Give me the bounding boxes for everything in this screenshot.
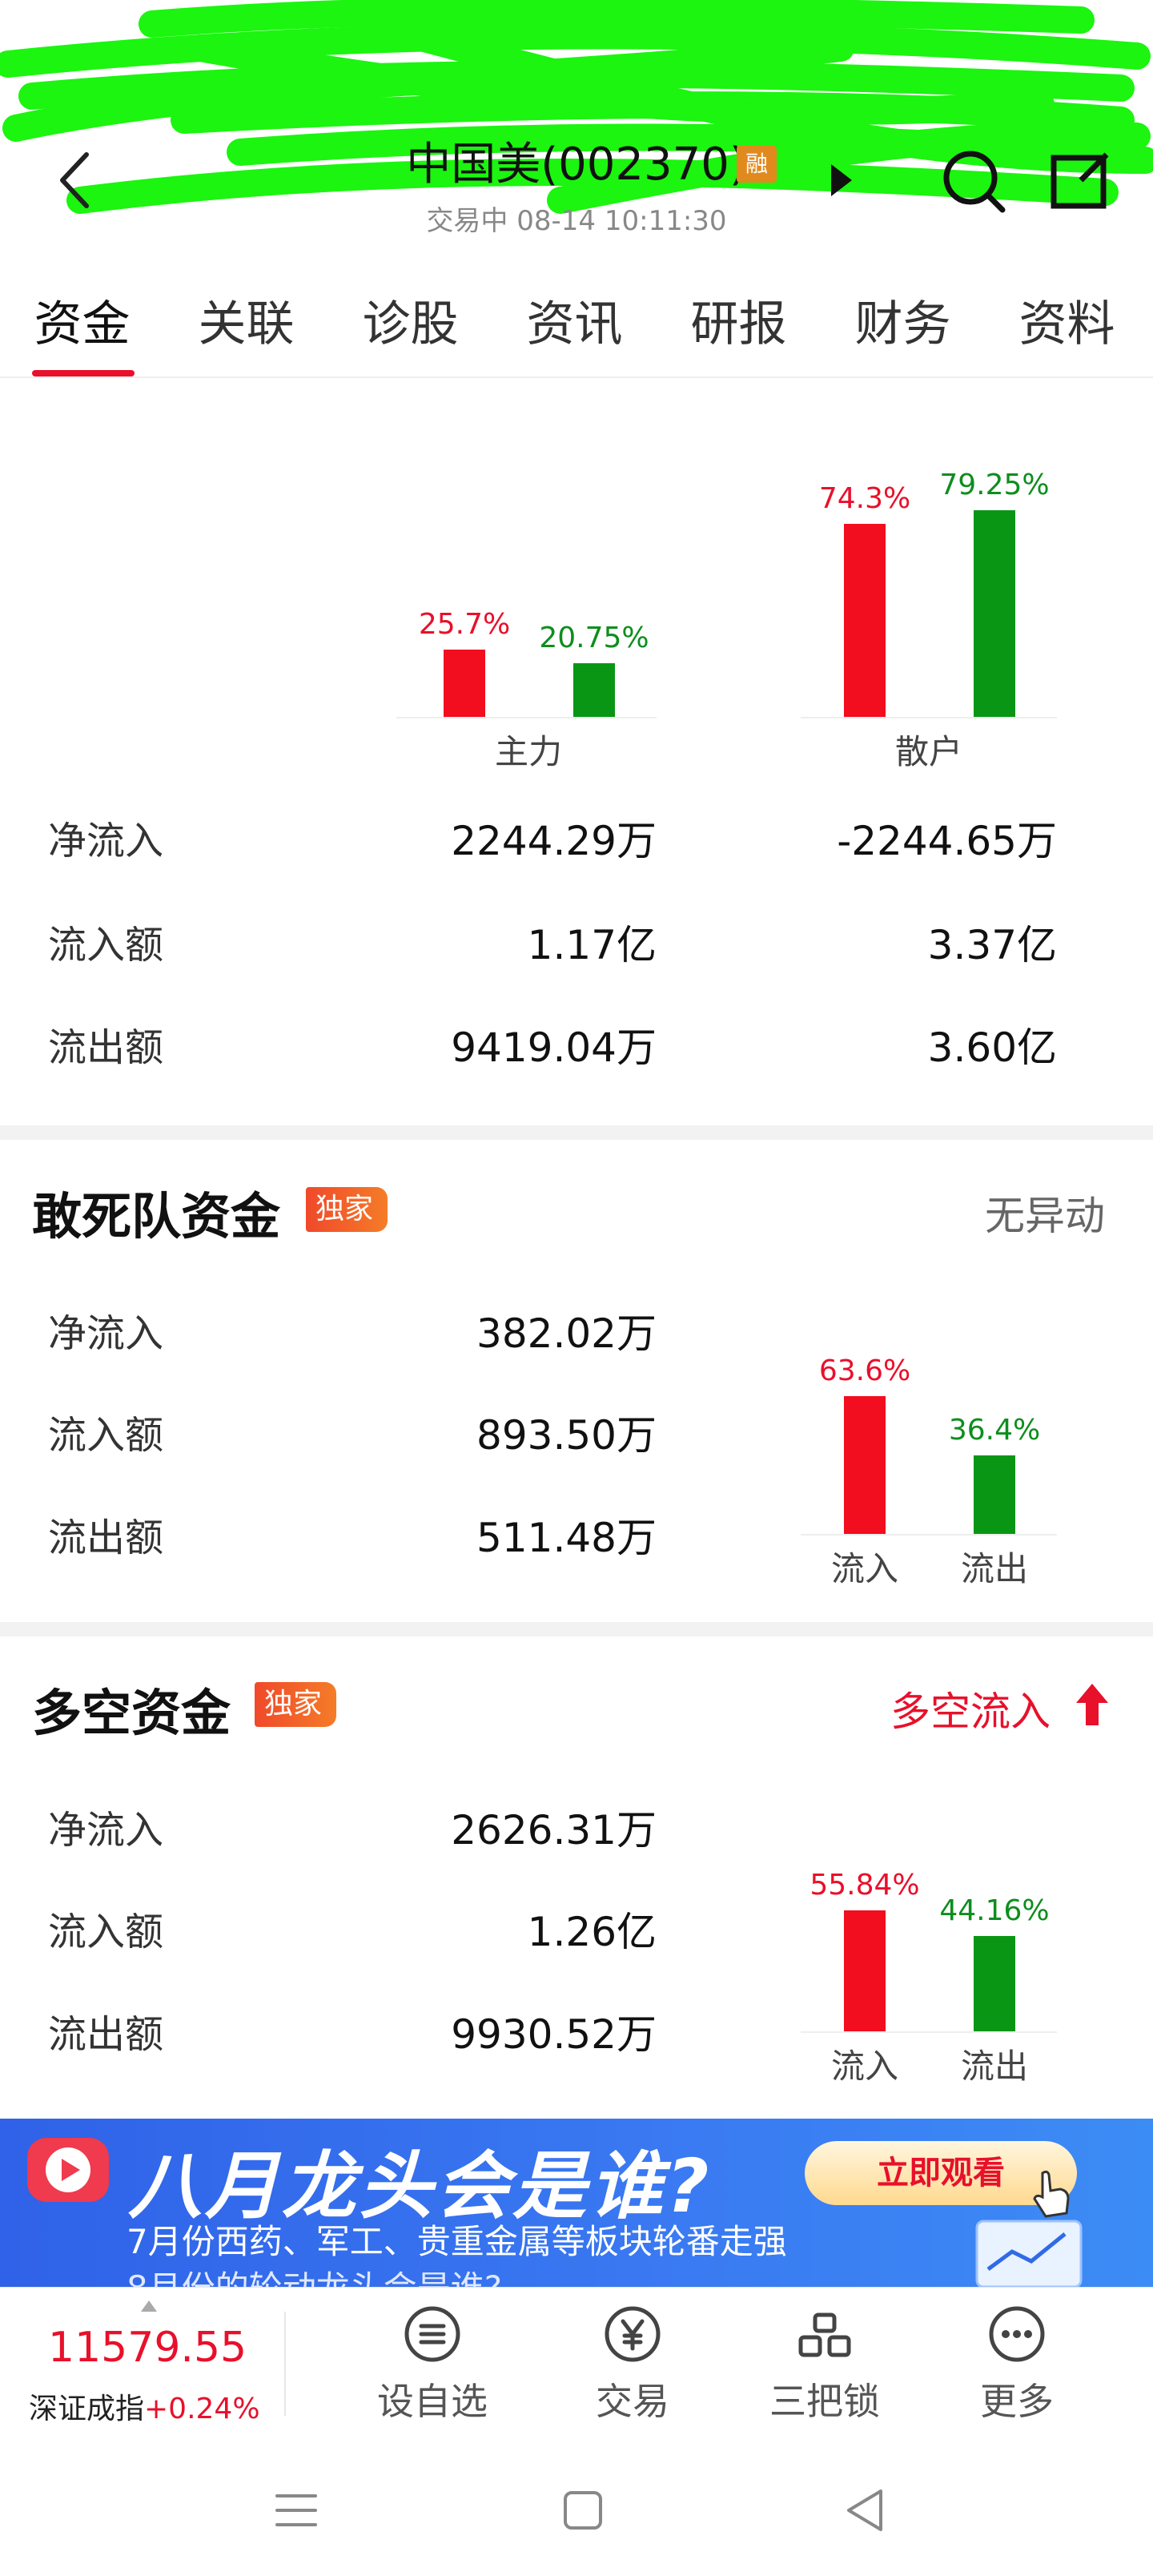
category-main: 主力 — [494, 732, 562, 771]
home-icon[interactable] — [560, 2486, 605, 2534]
system-nav-bar — [0, 2440, 1153, 2576]
tab-bar: 资金 关联 诊股 资讯 研报 财务 资料 — [0, 280, 1153, 378]
bar-main-outflow — [573, 663, 615, 717]
ls-inflow: 1.26亿 — [527, 1909, 657, 1955]
more-button[interactable]: 更多 — [937, 2304, 1097, 2425]
banner-subtitle: 7月份西药、军工、贵重金属等板块轮番走强 — [127, 2222, 787, 2261]
list-circle-icon — [404, 2306, 460, 2362]
stock-title: 中国美(002370) — [406, 139, 747, 191]
category-outflow: 流出 — [960, 2047, 1028, 2086]
section-title-dare-to-die: 敢死队资金 — [32, 1187, 281, 1246]
bar-dare-outflow — [974, 1455, 1015, 1534]
tab-active-indicator — [32, 370, 135, 376]
tab-finance[interactable]: 财务 — [837, 280, 969, 376]
tab-news[interactable]: 资讯 — [508, 280, 641, 376]
tab-diagnosis[interactable]: 诊股 — [344, 280, 476, 376]
locks-icon — [798, 2312, 851, 2357]
bottom-toolbar: 11579.55 深证成指+0.24% 设自选 交易 三把锁 更多 — [0, 2287, 1153, 2440]
more-dots-icon — [989, 2306, 1045, 2362]
banner-subtitle-2: 8月份的轮动龙头会是谁? — [127, 2261, 502, 2287]
three-locks-button[interactable]: 三把锁 — [745, 2304, 905, 2425]
chart-baseline — [801, 2031, 1057, 2033]
row-label-net-inflow: 净流入 — [48, 1311, 164, 1356]
category-outflow: 流出 — [960, 1549, 1028, 1588]
share-icon[interactable] — [1049, 148, 1113, 212]
next-stock-icon[interactable] — [825, 160, 857, 200]
promo-banner[interactable]: 八月龙头会是谁? 7月份西药、军工、贵重金属等板块轮番走强 8月份的轮动龙头会是… — [0, 2119, 1153, 2287]
section-divider — [0, 1622, 1153, 1636]
bar-label-dare-out: 36.4% — [948, 1414, 1041, 1447]
dare-to-die-status: 无异动 — [985, 1193, 1105, 1239]
chart-baseline — [801, 717, 1057, 718]
bar-ls-outflow — [974, 1936, 1015, 2031]
row-label-net-inflow: 净流入 — [48, 819, 164, 863]
section-divider — [0, 1125, 1153, 1140]
yen-circle-icon — [605, 2306, 661, 2362]
three-locks-label: 三把锁 — [769, 2380, 880, 2423]
add-watchlist-button[interactable]: 设自选 — [352, 2304, 512, 2425]
tab-related[interactable]: 关联 — [180, 280, 312, 376]
bar-label-dare-in: 63.6% — [818, 1354, 911, 1387]
trade-button[interactable]: 交易 — [552, 2304, 713, 2425]
index-value[interactable]: 11579.55 — [48, 2324, 247, 2372]
arrow-up-icon — [1076, 1684, 1108, 1725]
category-retail: 散户 — [894, 732, 962, 771]
main-outflow: 9419.04万 — [451, 1024, 657, 1071]
section-title-long-short: 多空资金 — [32, 1684, 231, 1742]
exclusive-badge: 独家 — [255, 1682, 337, 1727]
index-change: +0.24% — [144, 2393, 260, 2425]
bar-label-ls-out: 44.16% — [939, 1894, 1050, 1927]
trade-status: 交易中 08-14 10:11:30 — [426, 205, 727, 237]
row-label-outflow: 流出额 — [48, 1025, 164, 1070]
bar-main-inflow — [444, 650, 485, 717]
retail-outflow: 3.60亿 — [927, 1024, 1057, 1071]
trade-label: 交易 — [596, 2380, 669, 2423]
dare-outflow: 511.48万 — [476, 1515, 657, 1561]
chart-illustration-icon — [975, 2220, 1083, 2287]
add-watchlist-label: 设自选 — [377, 2380, 488, 2423]
bar-label-main-out: 20.75% — [539, 622, 649, 654]
row-label-outflow: 流出额 — [48, 1515, 164, 1560]
row-label-inflow: 流入额 — [48, 1910, 164, 1954]
tab-funds[interactable]: 资金 — [16, 280, 148, 376]
chart-baseline — [396, 717, 657, 718]
row-label-inflow: 流入额 — [48, 923, 164, 968]
bar-dare-inflow — [844, 1396, 886, 1534]
retail-net-inflow: -2244.65万 — [837, 818, 1057, 864]
retail-inflow: 3.37亿 — [927, 922, 1057, 968]
search-icon[interactable] — [937, 144, 1009, 216]
bar-ls-inflow — [844, 1910, 886, 2031]
row-label-net-inflow: 净流入 — [48, 1808, 164, 1853]
expand-up-icon[interactable] — [141, 2300, 157, 2312]
dare-net-inflow: 382.02万 — [476, 1310, 657, 1357]
exclusive-badge: 独家 — [306, 1187, 388, 1232]
bar-label-retail-out: 79.25% — [939, 469, 1050, 501]
ls-net-inflow: 2626.31万 — [451, 1807, 657, 1854]
video-play-icon — [27, 2138, 109, 2202]
menu-icon[interactable] — [272, 2488, 320, 2533]
toolbar-separator — [284, 2312, 286, 2416]
dare-inflow: 893.50万 — [476, 1412, 657, 1459]
row-label-inflow: 流入额 — [48, 1413, 164, 1458]
tab-profile[interactable]: 资料 — [1001, 280, 1133, 376]
back-triangle-icon[interactable] — [841, 2485, 889, 2536]
row-label-outflow: 流出额 — [48, 2012, 164, 2057]
main-inflow: 1.17亿 — [527, 922, 657, 968]
chart-baseline — [801, 1534, 1057, 1536]
ls-outflow: 9930.52万 — [451, 2011, 657, 2058]
index-name[interactable]: 深证成指+0.24% — [29, 2385, 260, 2427]
main-net-inflow: 2244.29万 — [451, 818, 657, 864]
more-label: 更多 — [980, 2380, 1054, 2423]
margin-badge: 融 — [737, 146, 777, 183]
index-name-text: 深证成指 — [29, 2393, 145, 2425]
bar-retail-inflow — [844, 524, 886, 717]
tab-research[interactable]: 研报 — [673, 280, 805, 376]
back-icon[interactable] — [48, 148, 104, 212]
bar-retail-outflow — [974, 510, 1015, 717]
long-short-status: 多空流入 — [890, 1688, 1051, 1735]
